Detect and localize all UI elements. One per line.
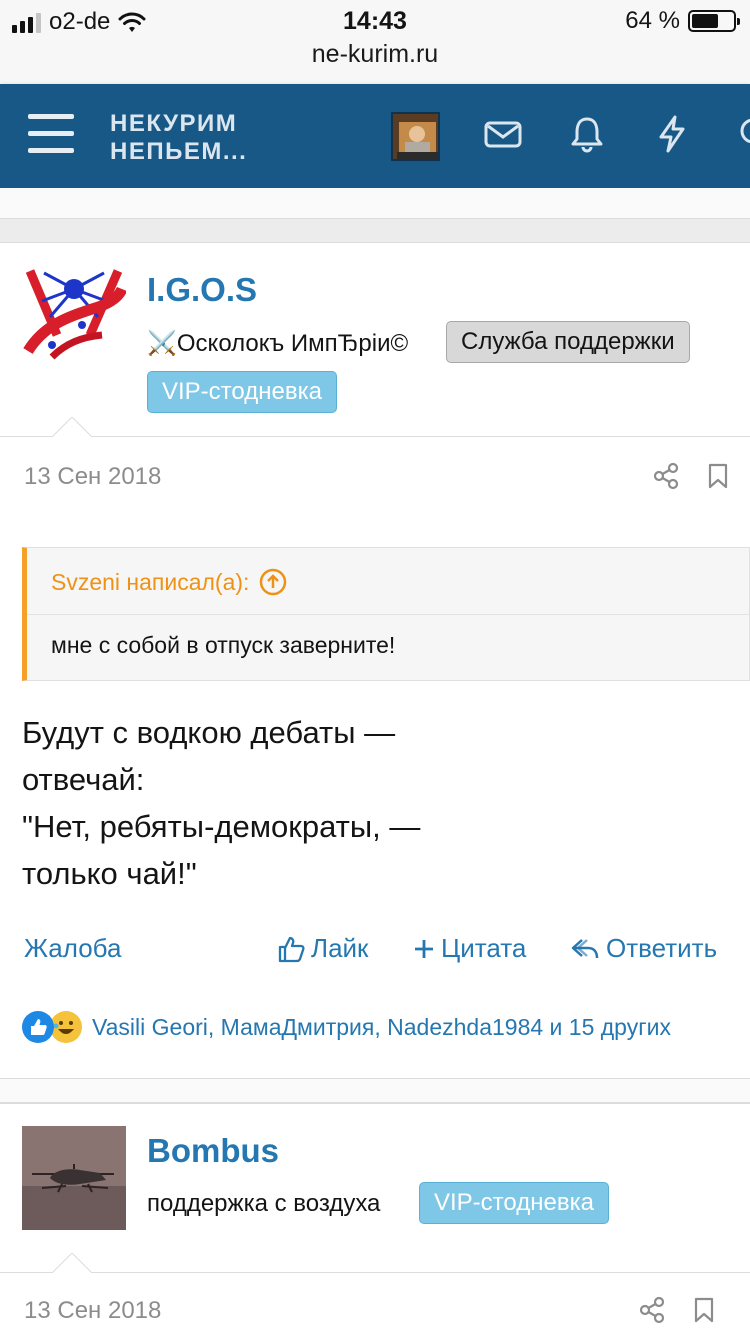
username-link[interactable]: Bombus: [147, 1132, 279, 1170]
quote-text: мне с собой в отпуск заверните!: [51, 632, 396, 658]
bookmark-icon[interactable]: [704, 462, 732, 490]
site-logo[interactable]: НЕКУРИМ НЕПЬЕМ...: [110, 110, 247, 166]
reply-button[interactable]: Ответить: [570, 933, 717, 964]
bookmark-icon[interactable]: [690, 1296, 718, 1324]
arrow-up-circle-icon[interactable]: [259, 568, 287, 596]
plus-icon: [415, 939, 433, 958]
battery-icon: [688, 10, 740, 32]
post-date[interactable]: 13 Сен 2018: [24, 463, 161, 491]
quote-block: Svzeni написал(а): мне с собой в отпуск …: [22, 547, 750, 681]
reactions-bar[interactable]: Vasili Geori, МамаДмитрия, Nadezhda1984 …: [22, 1011, 671, 1043]
user-title: поддержка с воздуха: [147, 1190, 381, 1217]
post-card: Bombus поддержка с воздуха VIP-стодневка…: [0, 1103, 750, 1334]
user-badge-support: Служба поддержки: [446, 321, 690, 363]
search-icon[interactable]: [736, 114, 750, 154]
mail-icon[interactable]: [483, 114, 523, 154]
user-info-arrow: [52, 1253, 92, 1273]
quote-author[interactable]: Svzeni написал(а):: [51, 568, 287, 596]
separator: [0, 188, 750, 219]
user-avatar[interactable]: [22, 1126, 126, 1230]
bell-icon[interactable]: [567, 114, 607, 154]
like-button[interactable]: Лайк: [277, 933, 368, 964]
post-card: I.G.O.S ⚔️Осколокъ ИмпЂрiи© Служба подде…: [0, 242, 750, 1079]
site-header: НЕКУРИМ НЕПЬЕМ...: [0, 84, 750, 188]
post-divider: [0, 1272, 750, 1273]
share-icon[interactable]: [652, 462, 680, 490]
username-link[interactable]: I.G.O.S: [147, 271, 257, 309]
battery-percent: 64 %: [625, 7, 680, 34]
quote-button[interactable]: Цитата: [413, 933, 526, 964]
post-date[interactable]: 13 Сен 2018: [24, 1297, 161, 1325]
like-reaction-icon: [22, 1011, 54, 1043]
user-title: ⚔️Осколокъ ИмпЂрiи©: [147, 330, 409, 357]
bolt-icon[interactable]: [652, 114, 692, 154]
quote-author-label: Svzeni написал(а):: [51, 568, 250, 595]
reactions-users[interactable]: Vasili Geori, МамаДмитрия, Nadezhda1984 …: [92, 1014, 671, 1041]
user-badge-vip: VIP-стодневка: [147, 371, 337, 413]
address-bar-url[interactable]: ne-kurim.ru: [0, 40, 750, 69]
menu-icon[interactable]: [28, 114, 74, 156]
laugh-reaction-icon: [50, 1011, 82, 1043]
share-icon[interactable]: [638, 1296, 666, 1324]
user-avatar[interactable]: [22, 265, 126, 369]
account-avatar[interactable]: [391, 112, 440, 161]
post-body: Будут с водкою дебаты — отвечай: "Нет, р…: [22, 715, 421, 891]
user-badge-vip: VIP-стодневка: [419, 1182, 609, 1224]
logo-line-2: НЕПЬЕМ...: [110, 138, 248, 165]
report-link[interactable]: Жалоба: [24, 933, 121, 964]
reply-icon: [571, 938, 599, 958]
status-bar: o2-de 14:43 64 % ne-kurim.ru: [0, 0, 750, 84]
separator: [0, 1079, 750, 1103]
logo-line-1: НЕКУРИМ: [110, 110, 238, 137]
thumbs-up-icon: [278, 936, 305, 962]
user-info-arrow: [52, 417, 92, 437]
post-divider: [0, 436, 750, 437]
